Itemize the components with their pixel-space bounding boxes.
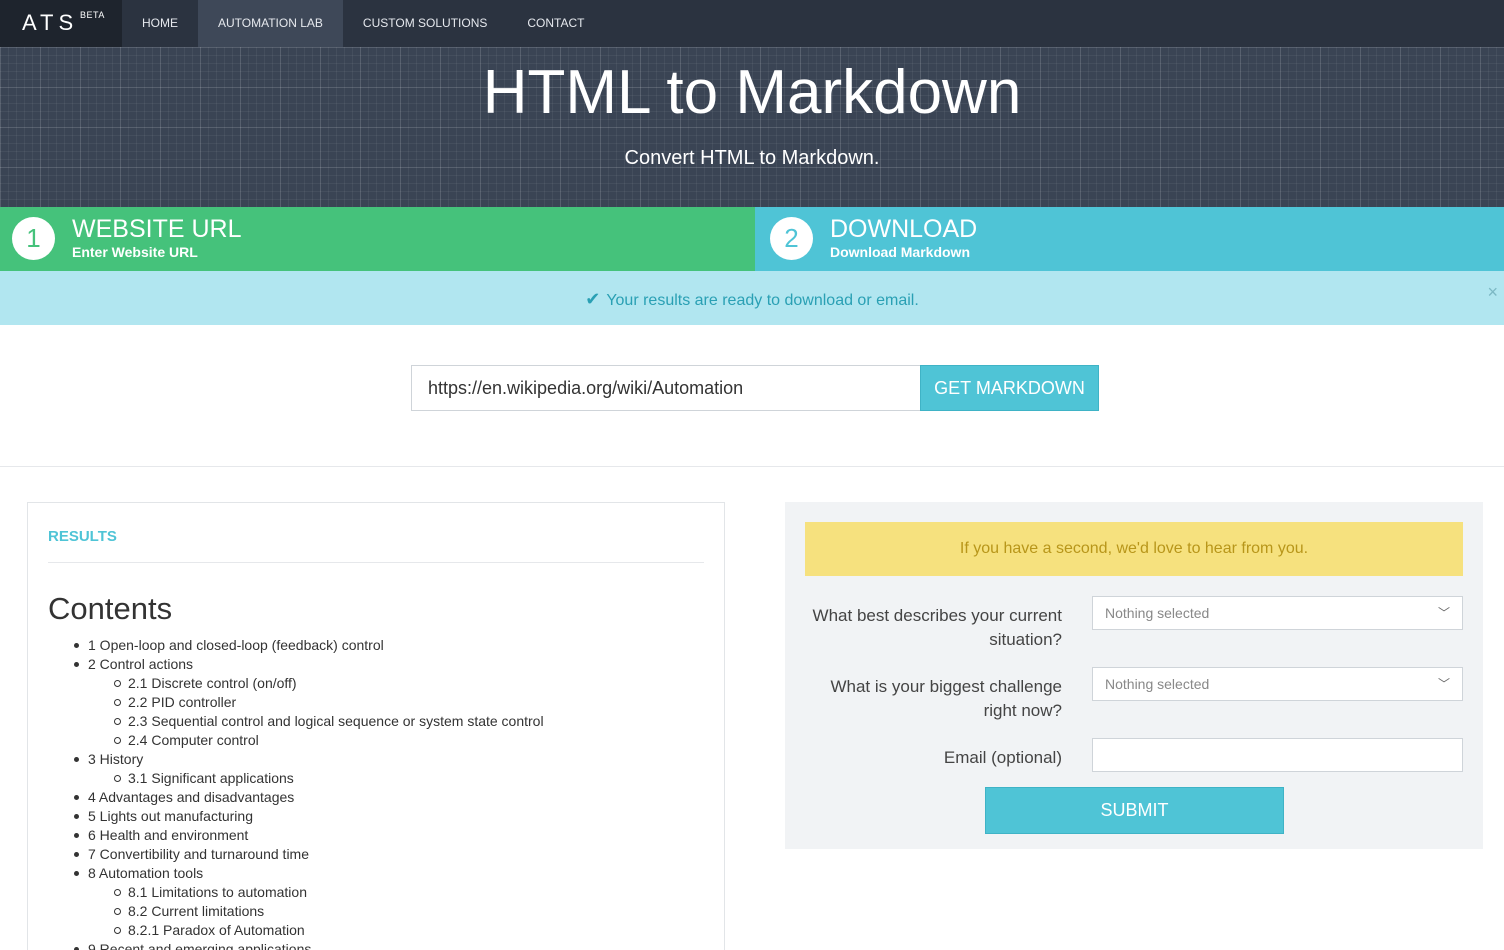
table-of-contents: 1 Open-loop and closed-loop (feedback) c… bbox=[74, 636, 544, 950]
nav-item-custom-solutions[interactable]: CUSTOM SOLUTIONS bbox=[343, 0, 507, 47]
toc-subitem[interactable]: 8.2.1 Paradox of Automation bbox=[88, 921, 544, 940]
toc-subitem[interactable]: 8.2 Current limitations bbox=[88, 902, 544, 921]
toc-subitem[interactable]: 2.1 Discrete control (on/off) bbox=[88, 674, 544, 693]
situation-select-value: Nothing selected bbox=[1105, 605, 1210, 621]
step-description: Enter Website URL bbox=[72, 244, 198, 260]
toc-item[interactable]: 7 Convertibility and turnaround time bbox=[74, 845, 544, 864]
step-download: 2 DOWNLOAD Download Markdown bbox=[755, 207, 1504, 271]
situation-label: What best describes your current situati… bbox=[812, 606, 1062, 649]
alert-message-row: ✔ Your results are ready to download or e… bbox=[0, 289, 1504, 310]
toc-item[interactable]: 9 Recent and emerging applications bbox=[74, 940, 544, 950]
page-title: HTML to Markdown bbox=[482, 58, 1022, 127]
alert-message: Your results are ready to download or em… bbox=[606, 292, 919, 309]
challenge-label: What is your biggest challenge right now… bbox=[830, 677, 1062, 720]
nav-item-home[interactable]: HOME bbox=[122, 0, 198, 47]
toc-subitem[interactable]: 8.1 Limitations to automation bbox=[88, 883, 544, 902]
beta-badge: BETA bbox=[80, 10, 105, 20]
page-subtitle: Convert HTML to Markdown. bbox=[624, 147, 880, 169]
chevron-down-icon: ﹀ bbox=[1437, 606, 1450, 620]
challenge-select[interactable]: Nothing selected ﹀ bbox=[1092, 667, 1463, 701]
success-alert: ✔ Your results are ready to download or e… bbox=[0, 271, 1504, 325]
toc-subitem[interactable]: 2.4 Computer control bbox=[88, 731, 544, 750]
brand-logo[interactable]: ATS BETA bbox=[0, 0, 122, 47]
step-description: Download Markdown bbox=[830, 244, 970, 260]
toc-subitem[interactable]: 2.3 Sequential control and logical seque… bbox=[88, 712, 544, 731]
step-number-badge: 2 bbox=[770, 217, 813, 260]
step-number-badge: 1 bbox=[12, 217, 55, 260]
toc-item[interactable]: 6 Health and environment bbox=[74, 826, 544, 845]
toc-subitem[interactable]: 2.2 PID controller bbox=[88, 693, 544, 712]
url-input[interactable] bbox=[411, 365, 921, 411]
chevron-down-icon: ﹀ bbox=[1437, 677, 1450, 691]
feedback-panel: If you have a second, we'd love to hear … bbox=[785, 502, 1483, 849]
toc-item[interactable]: 4 Advantages and disadvantages bbox=[74, 788, 544, 807]
close-icon[interactable]: × bbox=[1487, 282, 1498, 303]
checkmark-icon: ✔ bbox=[585, 289, 601, 309]
results-label: RESULTS bbox=[48, 528, 117, 545]
feedback-notice: If you have a second, we'd love to hear … bbox=[805, 522, 1463, 576]
results-panel: RESULTS Contents 1 Open-loop and closed-… bbox=[27, 502, 725, 950]
top-navbar: ATS BETA HOME AUTOMATION LAB CUSTOM SOLU… bbox=[0, 0, 1504, 47]
toc-item[interactable]: 3 History bbox=[74, 750, 544, 769]
toc-subitem[interactable]: 3.1 Significant applications bbox=[88, 769, 544, 788]
step-title: DOWNLOAD bbox=[830, 215, 978, 243]
email-field[interactable] bbox=[1092, 738, 1463, 772]
brand-name: ATS bbox=[22, 10, 79, 35]
challenge-select-value: Nothing selected bbox=[1105, 676, 1210, 692]
contents-heading: Contents bbox=[48, 591, 173, 626]
section-divider bbox=[0, 466, 1504, 467]
step-title: WEBSITE URL bbox=[72, 215, 242, 243]
get-markdown-button[interactable]: GET MARKDOWN bbox=[920, 365, 1099, 411]
toc-item[interactable]: 5 Lights out manufacturing bbox=[74, 807, 544, 826]
situation-select[interactable]: Nothing selected ﹀ bbox=[1092, 596, 1463, 630]
toc-item[interactable]: 8 Automation tools bbox=[74, 864, 544, 883]
email-label: Email (optional) bbox=[943, 748, 1062, 767]
results-divider bbox=[48, 562, 704, 563]
nav-item-contact[interactable]: CONTACT bbox=[507, 0, 604, 47]
toc-item[interactable]: 1 Open-loop and closed-loop (feedback) c… bbox=[74, 636, 544, 655]
step-website-url: 1 WEBSITE URL Enter Website URL bbox=[0, 207, 755, 271]
hero-banner: HTML to Markdown Convert HTML to Markdow… bbox=[0, 47, 1504, 207]
nav-item-automation-lab[interactable]: AUTOMATION LAB bbox=[198, 0, 343, 47]
toc-item[interactable]: 2 Control actions bbox=[74, 655, 544, 674]
submit-button[interactable]: SUBMIT bbox=[985, 787, 1284, 834]
